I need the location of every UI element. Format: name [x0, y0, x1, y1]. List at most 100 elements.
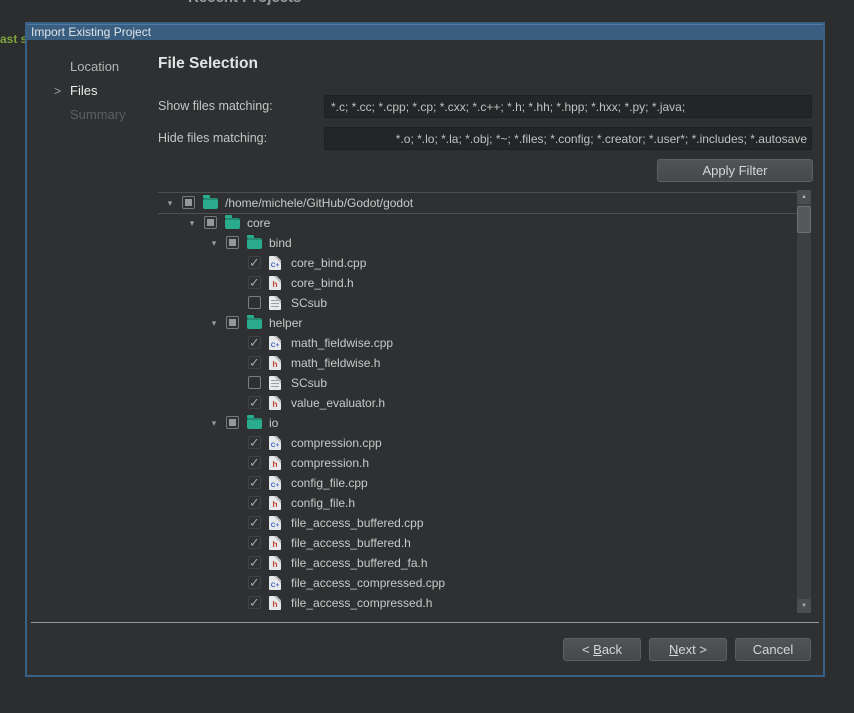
- tree-item-label: helper: [269, 313, 302, 333]
- tree-row[interactable]: ▾ helper: [158, 313, 797, 333]
- expander-icon[interactable]: ▾: [185, 213, 199, 233]
- checked-checkbox[interactable]: ✓: [248, 496, 261, 509]
- expander-icon[interactable]: ▾: [207, 413, 221, 433]
- tree-item-label: file_access_compressed.cpp: [291, 573, 445, 593]
- tree-row[interactable]: ✓ h compression.h: [158, 453, 797, 473]
- checked-checkbox[interactable]: ✓: [248, 356, 261, 369]
- checked-checkbox[interactable]: ✓: [248, 516, 261, 529]
- partial-checkbox[interactable]: [226, 416, 239, 429]
- checked-checkbox[interactable]: ✓: [248, 576, 261, 589]
- file-tree[interactable]: ▾/home/michele/GitHub/Godot/godot▾core▾b…: [158, 190, 797, 615]
- show-files-input[interactable]: *.c; *.cc; *.cpp; *.cp; *.cxx; *.c++; *.…: [324, 95, 812, 118]
- step-label: Files: [70, 83, 97, 98]
- checked-checkbox[interactable]: ✓: [248, 476, 261, 489]
- tree-item-label: io: [269, 413, 278, 433]
- cpp-glyph: C+: [269, 522, 281, 529]
- h-file-icon: h: [269, 596, 281, 610]
- tree-row[interactable]: ✓hcore_bind.h: [158, 273, 797, 293]
- checked-checkbox[interactable]: ✓: [248, 256, 261, 269]
- cpp-file-icon: C+: [269, 436, 281, 450]
- tree-row[interactable]: ✓hfile_access_buffered.h: [158, 533, 797, 553]
- tree-row[interactable]: ✓hmath_fieldwise.h: [158, 353, 797, 373]
- doc-file-icon: [269, 296, 281, 310]
- current-step-arrow-icon: >: [54, 79, 61, 103]
- tree-row[interactable]: ✓ h config_file.h: [158, 493, 797, 513]
- cpp-glyph: C+: [269, 262, 281, 269]
- hide-files-value: *.o; *.lo; *.la; *.obj; *~; *.files; *.c…: [396, 132, 807, 146]
- folder-icon: [225, 218, 240, 229]
- tree-row[interactable]: ✓hfile_access_compressed.h: [158, 593, 797, 613]
- expander-icon[interactable]: ▾: [207, 233, 221, 253]
- tree-row[interactable]: ✓C+config_file.cpp: [158, 473, 797, 493]
- partial-checkbox[interactable]: [226, 236, 239, 249]
- dialog-titlebar[interactable]: Import Existing Project: [27, 24, 823, 40]
- hide-files-input[interactable]: *.o; *.lo; *.la; *.obj; *~; *.files; *.c…: [324, 127, 812, 150]
- sidebar-item-files[interactable]: > Files: [52, 79, 162, 103]
- unchecked-checkbox[interactable]: [248, 296, 261, 309]
- h-file-icon: h: [269, 276, 281, 290]
- h-glyph: h: [269, 559, 281, 569]
- checked-checkbox[interactable]: ✓: [248, 436, 261, 449]
- cpp-glyph: C+: [269, 342, 281, 349]
- tree-row[interactable]: ▾ core: [158, 213, 797, 233]
- h-glyph: h: [269, 459, 281, 469]
- folder-icon: [247, 318, 262, 329]
- tree-scrollbar[interactable]: ▲ ▼: [797, 190, 811, 613]
- tree-item-label: compression.cpp: [291, 433, 382, 453]
- tree-item-label: file_access_buffered.h: [291, 533, 411, 553]
- sidebar-item-summary[interactable]: Summary: [52, 103, 162, 127]
- sidebar-item-location[interactable]: Location: [52, 55, 162, 79]
- apply-filter-button[interactable]: Apply Filter: [657, 159, 813, 182]
- cpp-file-icon: C+: [269, 516, 281, 530]
- unchecked-checkbox[interactable]: [248, 376, 261, 389]
- folder-icon: [203, 198, 218, 209]
- partial-checkbox[interactable]: [204, 216, 217, 229]
- tree-row[interactable]: ✓C+file_access_buffered.cpp: [158, 513, 797, 533]
- background-clipped-session-link[interactable]: ast s: [0, 31, 25, 47]
- next-button[interactable]: Next >: [649, 638, 727, 661]
- cpp-glyph: C+: [269, 482, 281, 489]
- tree-row[interactable]: ▾/home/michele/GitHub/Godot/godot: [158, 193, 797, 213]
- scrollbar-up-icon[interactable]: ▲: [797, 190, 811, 204]
- tree-item-label: compression.h: [291, 453, 369, 473]
- tree-row[interactable]: ✓C+file_access_compressed.cpp: [158, 573, 797, 593]
- tree-row[interactable]: ▾ io: [158, 413, 797, 433]
- tree-row[interactable]: ✓C+math_fieldwise.cpp: [158, 333, 797, 353]
- partial-checkbox[interactable]: [226, 316, 239, 329]
- tree-item-label: file_access_buffered_fa.h: [291, 553, 428, 573]
- expander-icon[interactable]: ▾: [163, 193, 177, 213]
- cpp-file-icon: C+: [269, 476, 281, 490]
- scrollbar-down-icon[interactable]: ▼: [797, 599, 811, 613]
- tree-item-label: SCsub: [291, 293, 327, 313]
- scrollbar-thumb[interactable]: [797, 206, 811, 233]
- folder-icon: [247, 418, 262, 429]
- import-existing-project-dialog: Import Existing Project Location> Files Su…: [25, 22, 825, 677]
- h-glyph: h: [269, 599, 281, 609]
- checked-checkbox[interactable]: ✓: [248, 276, 261, 289]
- checked-checkbox[interactable]: ✓: [248, 456, 261, 469]
- h-file-icon: h: [269, 556, 281, 570]
- partial-checkbox[interactable]: [182, 196, 195, 209]
- tree-row[interactable]: SCsub: [158, 373, 797, 393]
- tree-item-label: config_file.h: [291, 493, 355, 513]
- tree-row[interactable]: ▾bind: [158, 233, 797, 253]
- tree-item-label: math_fieldwise.h: [291, 353, 380, 373]
- cancel-button[interactable]: Cancel: [735, 638, 811, 661]
- doc-glyph: [271, 380, 279, 387]
- back-button[interactable]: < Back: [563, 638, 641, 661]
- tree-row[interactable]: ✓ C+ compression.cpp: [158, 433, 797, 453]
- checked-checkbox[interactable]: ✓: [248, 396, 261, 409]
- checked-checkbox[interactable]: ✓: [248, 596, 261, 609]
- expander-icon[interactable]: ▾: [207, 313, 221, 333]
- tree-row[interactable]: SCsub: [158, 293, 797, 313]
- tree-row[interactable]: ✓ h file_access_buffered_fa.h: [158, 553, 797, 573]
- h-glyph: h: [269, 499, 281, 509]
- tree-row[interactable]: ✓hvalue_evaluator.h: [158, 393, 797, 413]
- checked-checkbox[interactable]: ✓: [248, 556, 261, 569]
- doc-file-icon: [269, 376, 281, 390]
- h-glyph: h: [269, 279, 281, 289]
- tree-item-label: core: [247, 213, 270, 233]
- tree-row[interactable]: ✓C+core_bind.cpp: [158, 253, 797, 273]
- checked-checkbox[interactable]: ✓: [248, 336, 261, 349]
- checked-checkbox[interactable]: ✓: [248, 536, 261, 549]
